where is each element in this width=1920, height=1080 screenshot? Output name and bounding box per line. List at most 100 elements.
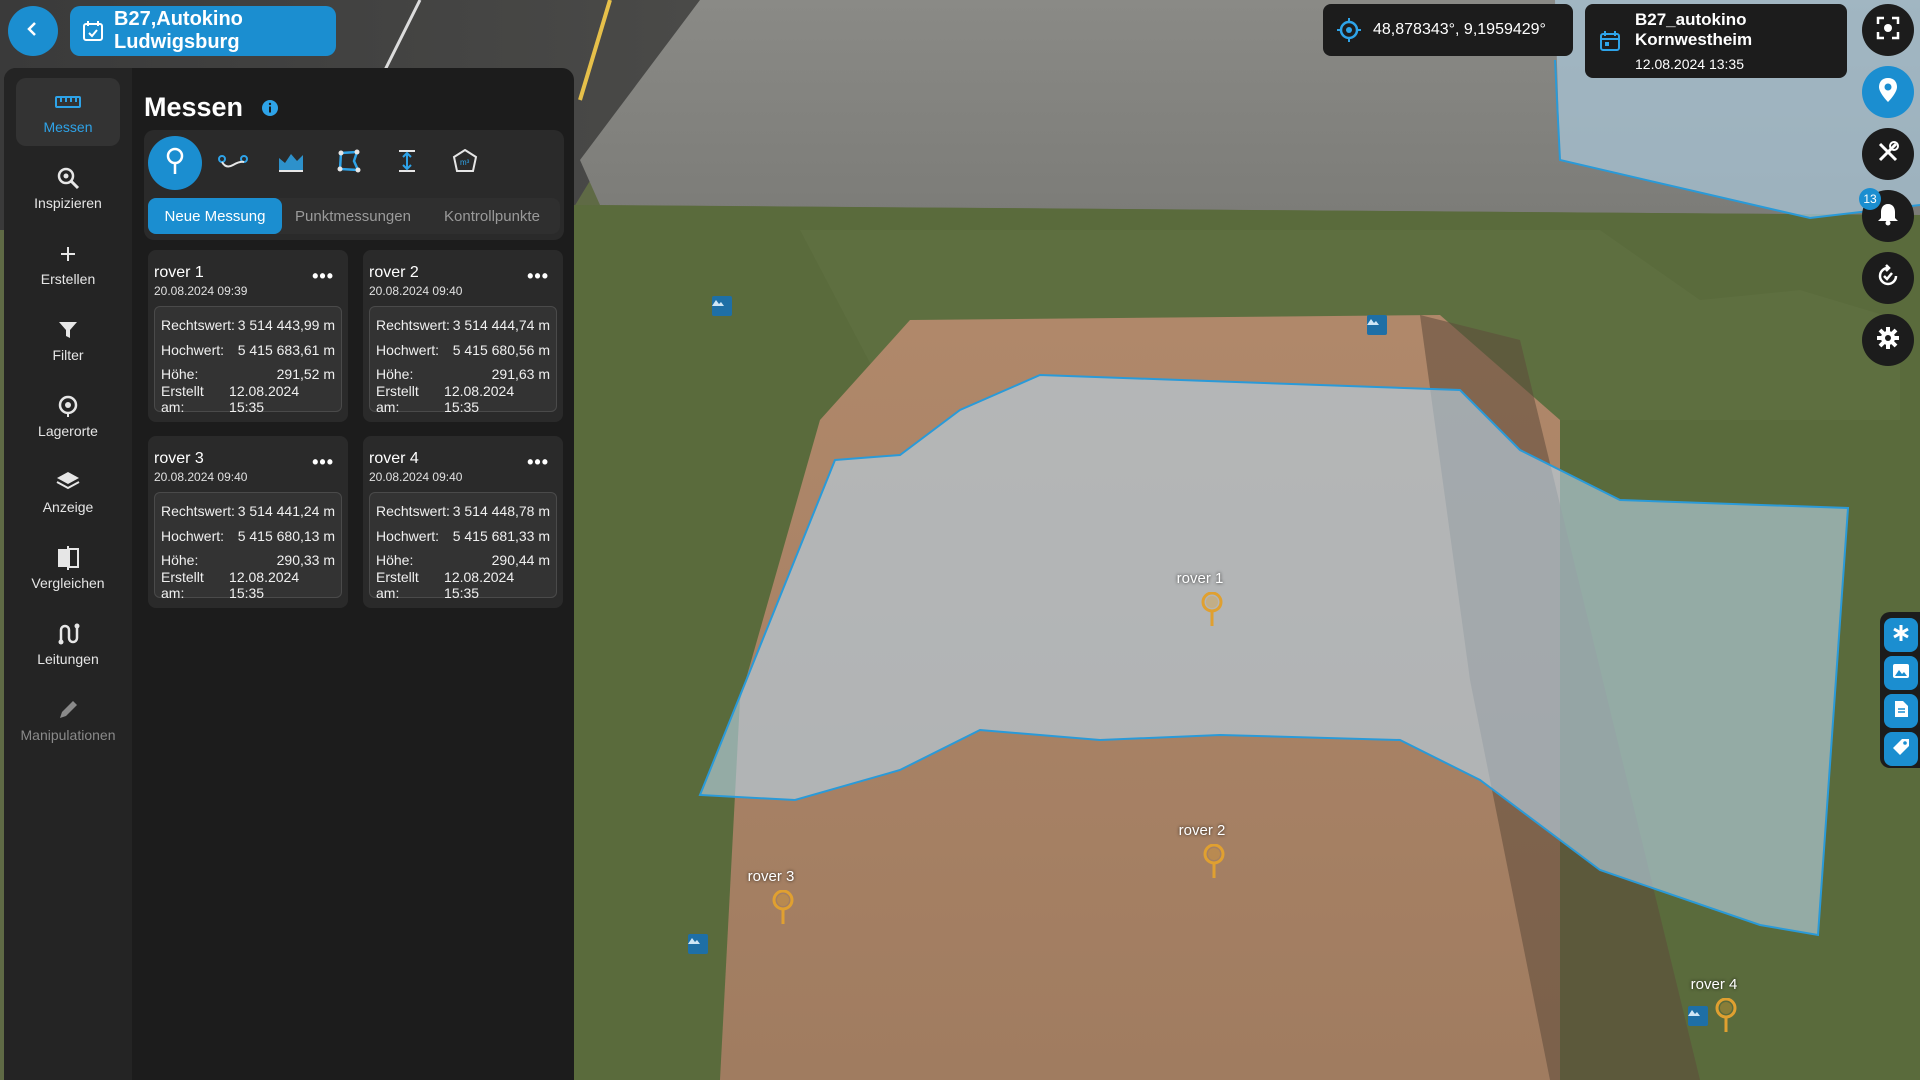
label-erstellt: Erstellt am: — [376, 568, 419, 601]
images-button[interactable] — [1884, 656, 1918, 690]
measurement-name: rover 3 — [154, 450, 204, 467]
value-erstellt: 12.08.2024 15:35 — [444, 382, 515, 415]
rail-item-inspizieren[interactable]: Inspizieren — [16, 154, 120, 222]
tab-neue-messung[interactable]: Neue Messung — [148, 198, 282, 234]
sync-button[interactable] — [1862, 252, 1914, 304]
value-hoehe: 291,52 m — [276, 366, 335, 383]
more-options-icon[interactable]: ••• — [527, 452, 549, 473]
chevron-left-icon — [25, 21, 41, 42]
label-erstellt: Erstellt am: — [161, 568, 204, 601]
map-marker-rover-1[interactable]: rover 1 — [1150, 570, 1250, 630]
rail-item-leitungen[interactable]: Leitungen — [16, 610, 120, 678]
dataset-selector[interactable]: B27_autokino Kornwestheim 12.08.2024 13:… — [1585, 4, 1847, 78]
rail-item-label: Manipulationen — [20, 727, 116, 743]
value-erstellt: 12.08.2024 15:35 — [229, 382, 300, 415]
measurement-card[interactable]: rover 4 20.08.2024 09:40 ••• Rechtswert:… — [363, 436, 563, 608]
ruler-icon — [55, 89, 81, 115]
rail-item-label: Filter — [52, 347, 84, 363]
pipes-icon — [56, 621, 80, 647]
rail-item-anzeige[interactable]: Anzeige — [16, 458, 120, 526]
point-measure-button[interactable] — [148, 136, 202, 190]
map-pin-icon — [1878, 77, 1898, 108]
dataset-title: B27_autokino Kornwestheim — [1635, 10, 1753, 49]
photo-marker-icon[interactable] — [1367, 315, 1387, 335]
marker-label: rover 2 — [1178, 822, 1226, 839]
measurement-values: Rechtswert: 3 514 443,99 m Hochwert: 5 415… — [154, 306, 342, 415]
measure-tools: m³ Neue Messung Punktmessungen Kontrollp… — [144, 130, 564, 240]
filter-icon — [58, 317, 78, 343]
svg-text:m³: m³ — [460, 158, 470, 167]
location-icon — [56, 393, 80, 419]
area-icon — [337, 149, 361, 178]
volume-measure-button[interactable]: m³ — [438, 136, 492, 190]
gear-icon — [1876, 326, 1900, 355]
rail-item-label: Messen — [43, 119, 93, 135]
measurement-date: 20.08.2024 09:40 — [369, 284, 463, 298]
rail-item-vergleichen[interactable]: Vergleichen — [16, 534, 120, 602]
label-hoehe: Höhe: — [161, 552, 199, 569]
project-calendar-icon — [82, 20, 104, 42]
photo-marker-icon[interactable] — [712, 296, 732, 316]
rail-item-erstellen[interactable]: Erstellen — [16, 230, 120, 298]
measurement-card[interactable]: rover 3 20.08.2024 09:40 ••• Rechtswert:… — [148, 436, 348, 608]
map-marker-rover-2[interactable]: rover 2 — [1152, 822, 1252, 882]
map-marker-rover-3[interactable]: rover 3 — [721, 868, 821, 928]
map-marker-rover-4[interactable]: rover 4 — [1664, 976, 1764, 1036]
value-hochwert: 5 415 680,56 m — [452, 341, 550, 358]
height-measure-button[interactable] — [380, 136, 434, 190]
more-options-icon[interactable]: ••• — [527, 266, 549, 287]
tab-kontrollpunkte[interactable]: Kontrollpunkte — [424, 198, 560, 234]
value-hoehe: 290,33 m — [276, 552, 335, 569]
measurement-card[interactable]: rover 2 20.08.2024 09:40 ••• Rechtswert:… — [363, 250, 563, 422]
label-erstellt: Erstellt am: — [161, 382, 204, 415]
tags-button[interactable] — [1884, 732, 1918, 766]
more-options-icon[interactable]: ••• — [312, 266, 334, 287]
value-hochwert: 5 415 683,61 m — [237, 341, 335, 358]
layers-icon — [56, 469, 80, 495]
documents-button[interactable] — [1884, 694, 1918, 728]
polyline-measure-button[interactable] — [206, 136, 260, 190]
tools-icon — [1876, 140, 1900, 169]
polyline-icon — [218, 151, 248, 176]
coordinate-display[interactable]: 48,878343°, 9,1959429° — [1323, 4, 1573, 56]
value-hochwert: 5 415 680,13 m — [237, 527, 335, 544]
label-rechtswert: Rechtswert: — [376, 503, 450, 520]
label-hochwert: Hochwert: — [161, 527, 225, 544]
measure-tabs: Neue Messung Punktmessungen Kontrollpunk… — [148, 198, 560, 234]
rail-item-label: Anzeige — [42, 499, 94, 515]
rail-item-messen[interactable]: Messen — [16, 78, 120, 146]
crosshair-icon — [1337, 18, 1361, 42]
sync-icon — [1876, 263, 1900, 293]
back-button[interactable] — [8, 6, 58, 56]
side-toolbar — [1880, 612, 1920, 768]
label-hoehe: Höhe: — [376, 552, 414, 569]
value-hoehe: 290,44 m — [491, 552, 550, 569]
notification-badge: 13 — [1859, 188, 1881, 210]
profile-measure-button[interactable] — [264, 136, 318, 190]
photo-marker-icon[interactable] — [688, 934, 708, 954]
rail-item-filter[interactable]: Filter — [16, 306, 120, 374]
project-title: B27,Autokino Ludwigsburg — [114, 8, 243, 53]
project-selector[interactable]: B27,Autokino Ludwigsburg — [70, 6, 336, 56]
rail-item-lagerorte[interactable]: Lagerorte — [16, 382, 120, 450]
asterisk-icon — [1892, 624, 1910, 647]
rail-item-manipulationen[interactable]: Manipulationen — [16, 686, 120, 754]
tool-rail: Messen Inspizieren Erstellen Filter Lage… — [4, 68, 132, 1080]
settings-button[interactable] — [1862, 314, 1914, 366]
label-rechtswert: Rechtswert: — [376, 317, 450, 334]
measurement-name: rover 1 — [154, 264, 204, 281]
location-button[interactable] — [1862, 66, 1914, 118]
height-icon — [397, 149, 417, 178]
measurement-card[interactable]: rover 1 20.08.2024 09:39 ••• Rechtswert:… — [148, 250, 348, 422]
measurement-values: Rechtswert: 3 514 441,24 m Hochwert: 5 415… — [154, 492, 342, 601]
asterisk-button[interactable] — [1884, 618, 1918, 652]
area-measure-button[interactable] — [322, 136, 376, 190]
value-rechtswert: 3 514 448,78 m — [452, 503, 550, 520]
tools-button[interactable] — [1862, 128, 1914, 180]
tab-punktmessungen[interactable]: Punktmessungen — [286, 198, 420, 234]
compare-icon — [57, 545, 79, 571]
screenshot-button[interactable] — [1862, 4, 1914, 56]
measurement-panel: Messen Inspizieren Erstellen Filter Lage… — [4, 68, 574, 1080]
more-options-icon[interactable]: ••• — [312, 452, 334, 473]
info-icon[interactable] — [261, 99, 279, 117]
